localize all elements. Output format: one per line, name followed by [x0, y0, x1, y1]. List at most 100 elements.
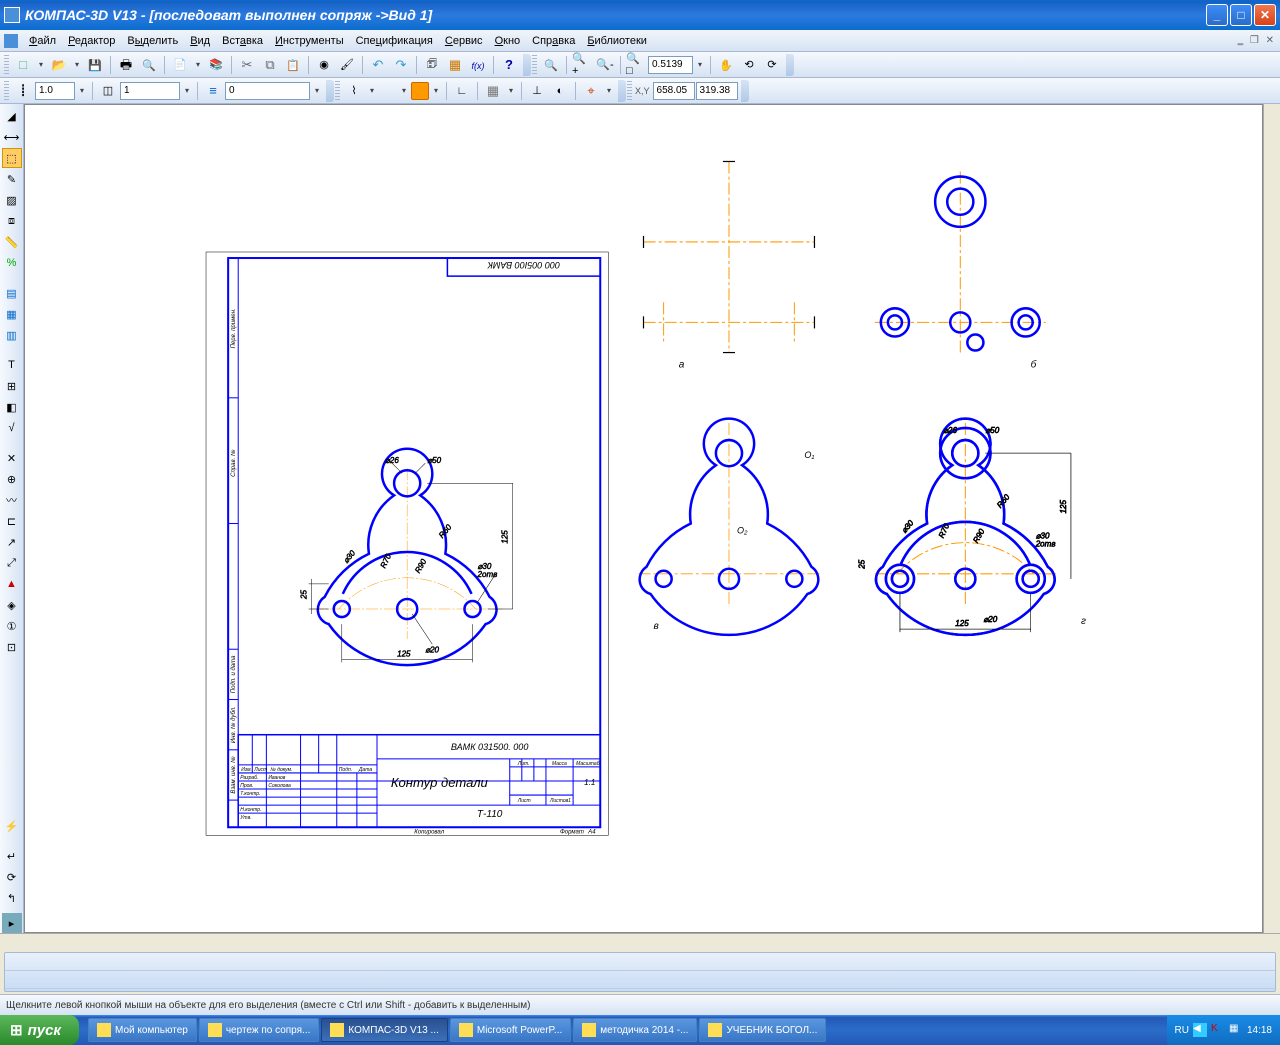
- print-button[interactable]: [115, 54, 137, 76]
- zoom-input[interactable]: [648, 56, 693, 74]
- vt-hatch[interactable]: ▨: [2, 190, 22, 210]
- horizontal-scrollbar[interactable]: [24, 934, 1263, 950]
- vt-table[interactable]: ⊞: [2, 376, 22, 396]
- menu-service[interactable]: Сервис: [439, 33, 489, 49]
- manager-button[interactable]: 🗊: [421, 54, 443, 76]
- preview-button[interactable]: [138, 54, 160, 76]
- tray-icon[interactable]: ◀: [1193, 1023, 1207, 1037]
- vt-report[interactable]: ▥: [2, 325, 22, 345]
- drawing-canvas[interactable]: 000 005I00 ВАМК Перв. примен. Справ. № П…: [24, 104, 1263, 933]
- vt-geom[interactable]: ◢: [2, 106, 22, 126]
- menu-tools[interactable]: Инструменты: [269, 33, 350, 49]
- pan-button[interactable]: [715, 54, 737, 76]
- menu-help[interactable]: Справка: [526, 33, 581, 49]
- vt-rough[interactable]: √: [2, 418, 22, 438]
- snap-end-button[interactable]: ∟: [451, 80, 473, 102]
- layer-button[interactable]: [202, 80, 224, 102]
- color-yellow[interactable]: [379, 82, 397, 100]
- menu-select[interactable]: Выделить: [121, 33, 184, 49]
- vt-arrow[interactable]: ↗: [2, 532, 22, 552]
- clock[interactable]: 14:18: [1247, 1025, 1272, 1036]
- maximize-button[interactable]: □: [1230, 4, 1252, 26]
- menu-file[interactable]: Файл: [23, 33, 62, 49]
- vt-mark[interactable]: ▲: [2, 574, 22, 594]
- linetype-button[interactable]: ┋: [12, 80, 34, 102]
- snap-button[interactable]: [580, 80, 602, 102]
- vt-auto[interactable]: ⟳: [2, 867, 22, 887]
- zoom-in-button[interactable]: 🔍+: [571, 54, 593, 76]
- system-menu-icon[interactable]: [4, 34, 18, 48]
- select-prop-button[interactable]: ◉: [313, 54, 335, 76]
- vt-collapse[interactable]: ▸: [2, 913, 22, 933]
- copy-button[interactable]: [259, 54, 281, 76]
- coord-x-input[interactable]: [653, 82, 695, 100]
- taskbar-item[interactable]: УЧЕБНИК БОГОЛ...: [699, 1018, 826, 1042]
- vt-stop[interactable]: ⚡: [2, 816, 22, 836]
- vt-dim[interactable]: ⟷: [2, 127, 22, 147]
- tray-icon-net[interactable]: ▦: [1229, 1023, 1243, 1037]
- properties-button[interactable]: [444, 54, 466, 76]
- vt-spec2[interactable]: ▦: [2, 304, 22, 324]
- vt-pos[interactable]: ①: [2, 616, 22, 636]
- grid-button[interactable]: [482, 80, 504, 102]
- menu-edit[interactable]: Редактор: [62, 33, 121, 49]
- toolbar-grip[interactable]: [4, 55, 9, 75]
- vt-spec1[interactable]: ▤: [2, 283, 22, 303]
- color-orange[interactable]: [411, 82, 429, 100]
- format-brush-button[interactable]: 🖌: [336, 54, 358, 76]
- doc-controls[interactable]: ‗ ❐ ✕: [1238, 35, 1276, 46]
- vt-edit[interactable]: ✎: [2, 169, 22, 189]
- menu-view[interactable]: Вид: [184, 33, 216, 49]
- start-button[interactable]: пуск: [0, 1015, 79, 1045]
- vt-designate[interactable]: ⬚: [2, 148, 22, 168]
- vt-measure[interactable]: 📏: [2, 232, 22, 252]
- zoom-prev-button[interactable]: ⟲: [738, 54, 760, 76]
- ortho-button[interactable]: ⊥: [526, 80, 548, 102]
- vt-tol[interactable]: ⊡: [2, 637, 22, 657]
- save-button[interactable]: [84, 54, 106, 76]
- redo-button[interactable]: [390, 54, 412, 76]
- undo-button[interactable]: [367, 54, 389, 76]
- variables-button[interactable]: [467, 54, 489, 76]
- property-panel[interactable]: [4, 952, 1276, 992]
- taskbar-item[interactable]: чертеж по сопря...: [199, 1018, 320, 1042]
- minimize-button[interactable]: _: [1206, 4, 1228, 26]
- lang-indicator[interactable]: RU: [1175, 1025, 1189, 1036]
- taskbar-item[interactable]: КОМПАС-3D V13 ...: [321, 1018, 447, 1042]
- coord-y-input[interactable]: [696, 82, 738, 100]
- vertical-scrollbar[interactable]: [1263, 104, 1280, 933]
- taskbar-item[interactable]: Мой компьютер: [88, 1018, 197, 1042]
- vt-enter[interactable]: ↵: [2, 846, 22, 866]
- vt-brand[interactable]: ◈: [2, 595, 22, 615]
- new-button[interactable]: [12, 54, 34, 76]
- vt-text[interactable]: T: [2, 355, 22, 375]
- menu-libs[interactable]: Библиотеки: [581, 33, 653, 49]
- zoom-window-button[interactable]: [540, 54, 562, 76]
- zoom-out-button[interactable]: 🔍-: [594, 54, 616, 76]
- scale1-input[interactable]: [35, 82, 75, 100]
- menu-window[interactable]: Окно: [489, 33, 527, 49]
- paste-button[interactable]: [282, 54, 304, 76]
- close-button[interactable]: ✕: [1254, 4, 1276, 26]
- vt-wave[interactable]: 〰: [2, 490, 22, 510]
- vt-leader[interactable]: ⤢: [2, 553, 22, 573]
- zoom-fit-button[interactable]: 🔍□: [625, 54, 647, 76]
- vt-select[interactable]: %: [2, 253, 22, 273]
- tray-icon-av[interactable]: K: [1211, 1023, 1225, 1037]
- round-button[interactable]: ◐: [549, 80, 571, 102]
- vt-center[interactable]: ⊕: [2, 469, 22, 489]
- view-state-button[interactable]: ◫: [97, 80, 119, 102]
- cut-button[interactable]: [236, 54, 258, 76]
- taskbar-item[interactable]: методичка 2014 -...: [573, 1018, 697, 1042]
- menu-insert[interactable]: Вставка: [216, 33, 269, 49]
- scale2-input[interactable]: [120, 82, 180, 100]
- style-button[interactable]: ⌇: [343, 80, 365, 102]
- vt-param[interactable]: ⧈: [2, 211, 22, 231]
- layer-input[interactable]: [225, 82, 310, 100]
- taskbar-item[interactable]: Microsoft PowerP...: [450, 1018, 571, 1042]
- vt-axis[interactable]: ✕: [2, 448, 22, 468]
- help-button[interactable]: [498, 54, 520, 76]
- refresh-button[interactable]: ⟳: [761, 54, 783, 76]
- system-tray[interactable]: RU ◀ K ▦ 14:18: [1167, 1015, 1280, 1045]
- open-button[interactable]: [48, 54, 70, 76]
